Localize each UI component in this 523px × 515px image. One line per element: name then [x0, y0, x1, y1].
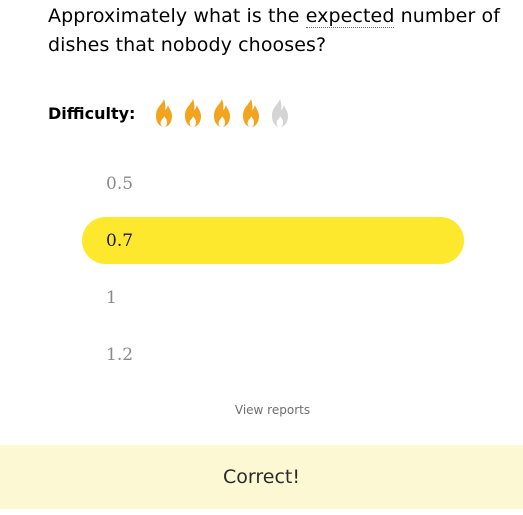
result-banner: Correct! — [0, 445, 523, 509]
answer-option[interactable]: 1.2 — [82, 331, 464, 378]
view-reports-link[interactable]: View reports — [0, 403, 523, 417]
result-text: Correct! — [223, 466, 300, 488]
flame-icon — [185, 99, 202, 127]
answer-option-label: 1 — [106, 287, 117, 308]
answer-option[interactable]: 0.5 — [82, 160, 464, 207]
answer-option[interactable]: 1 — [82, 274, 464, 321]
difficulty-label: Difficulty: — [48, 103, 136, 123]
answer-option-label: 0.5 — [106, 173, 134, 194]
question-text: Approximately what is the expected numbe… — [48, 2, 518, 60]
difficulty-rating: Difficulty: — [48, 96, 296, 130]
flame-icon — [272, 99, 289, 127]
flame-icon — [214, 99, 231, 127]
answer-option-label: 1.2 — [106, 344, 134, 365]
difficulty-flames — [151, 97, 296, 129]
answer-option-label: 0.7 — [106, 230, 134, 251]
flame-icon — [156, 99, 173, 127]
answer-choices: 0.5 0.7 1 1.2 — [82, 160, 464, 388]
flame-icon — [243, 99, 260, 127]
expected-term-link[interactable]: expected — [305, 5, 395, 28]
answer-option[interactable]: 0.7 — [82, 217, 464, 264]
question-text-before: Approximately what is the — [48, 5, 306, 27]
